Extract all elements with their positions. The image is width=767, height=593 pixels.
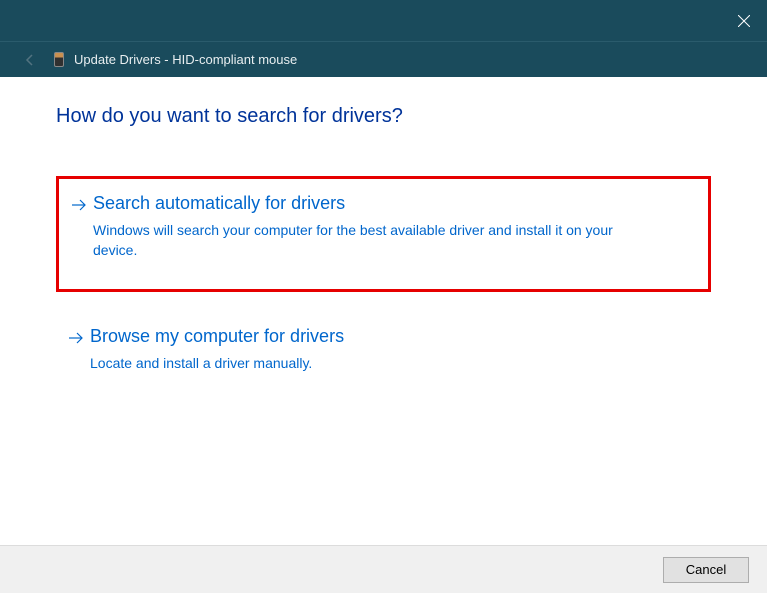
option-body: Search automatically for drivers Windows…: [89, 193, 690, 261]
option-title: Search automatically for drivers: [93, 193, 690, 214]
option-desc: Locate and install a driver manually.: [90, 353, 650, 373]
back-button: [20, 50, 40, 70]
footer-bar: Cancel: [0, 545, 767, 593]
back-arrow-icon: [23, 53, 37, 67]
cancel-button[interactable]: Cancel: [663, 557, 749, 583]
arrow-icon-wrapper: [66, 326, 86, 344]
arrow-right-icon: [68, 332, 84, 344]
option-browse-computer[interactable]: Browse my computer for drivers Locate an…: [56, 312, 711, 391]
titlebar: [0, 0, 767, 41]
device-icon: [52, 52, 66, 68]
page-heading: How do you want to search for drivers?: [56, 105, 711, 128]
option-desc: Windows will search your computer for th…: [93, 220, 653, 261]
option-body: Browse my computer for drivers Locate an…: [86, 326, 693, 373]
close-button[interactable]: [721, 0, 767, 41]
arrow-icon-wrapper: [69, 193, 89, 211]
content-area: How do you want to search for drivers? S…: [0, 77, 767, 545]
option-title: Browse my computer for drivers: [90, 326, 693, 347]
breadcrumb-bar: Update Drivers - HID-compliant mouse: [0, 41, 767, 77]
breadcrumb-text: Update Drivers - HID-compliant mouse: [74, 52, 297, 67]
close-icon: [738, 15, 750, 27]
option-search-automatically[interactable]: Search automatically for drivers Windows…: [56, 176, 711, 292]
arrow-right-icon: [71, 199, 87, 211]
